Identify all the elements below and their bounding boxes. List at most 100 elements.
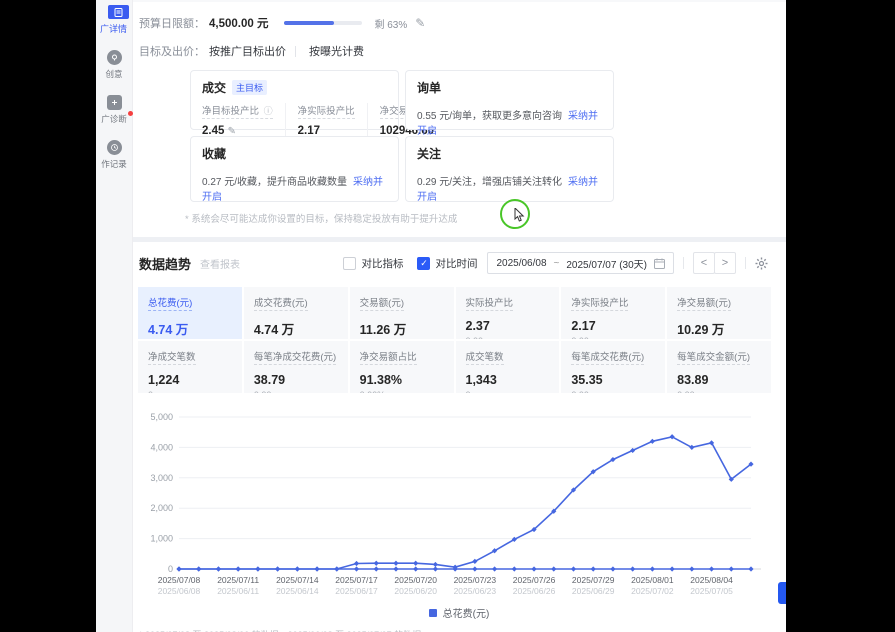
compare-time-toggle[interactable]: ✓ 对比时间 — [417, 256, 477, 271]
goal-metric: 净实际投产比 2.17 — [285, 103, 367, 137]
view-report-link[interactable]: 查看报表 — [200, 256, 240, 271]
metric-value: 2.37 — [466, 319, 550, 333]
svg-text:2025/07/23: 2025/07/23 — [454, 575, 497, 585]
main-panel: 预算日限额： 4,500.00 元 剩 63% ✎ 目标及出价： 按推广目标出价… — [133, 0, 786, 632]
metric-card-6[interactable]: 净交易额(元) 10.29 万 0.00 — [667, 287, 771, 339]
metric-value: 4.74 万 — [148, 319, 232, 338]
campaign-detail-window: 广详情 创意 广诊断 作记录 预算日限额： 4,500.00 元 剩 63% — [96, 0, 786, 632]
legend-swatch — [429, 609, 437, 617]
date-start: 2025/06/08 — [496, 258, 546, 269]
budget-row: 预算日限额： 4,500.00 元 剩 63% ✎ — [139, 14, 786, 32]
goal-title: 询单 — [417, 79, 602, 96]
metric-label: 每笔成交花费(元) — [571, 349, 644, 365]
metric-label: 成交花费(元) — [254, 295, 308, 311]
goal-description: 0.29 元/关注，增强店铺关注转化采纳并开启 — [417, 173, 602, 203]
compare-metric-toggle[interactable]: 对比指标 — [343, 256, 403, 271]
adopt-enable-link[interactable]: 采纳并开启 — [417, 111, 598, 137]
metric-card-4[interactable]: 实际投产比 2.37 0.00 — [456, 287, 560, 339]
prev-period-button[interactable]: < — [693, 252, 715, 274]
metric-value: 2.17 — [571, 319, 655, 333]
svg-text:2025/08/01: 2025/08/01 — [631, 575, 674, 585]
date-separator: ~ — [554, 258, 560, 269]
sidebar-item-detail[interactable] — [108, 5, 129, 19]
svg-text:2025/08/04: 2025/08/04 — [690, 575, 733, 585]
goal-footnote: * 系统会尽可能达成你设置的目标，保持稳定投放有助于提升达成 — [185, 211, 786, 225]
metric-card-2[interactable]: 成交花费(元) 4.74 万 0.00 — [244, 287, 348, 339]
metric-compare-value: 0.00 — [254, 390, 338, 393]
mouse-cursor — [514, 208, 525, 222]
adopt-enable-link[interactable]: 采纳并开启 — [417, 177, 598, 203]
metric-card-11[interactable]: 每笔成交花费(元) 35.35 0.00 — [561, 341, 665, 393]
metric-card-grid: 总花费(元) 4.74 万 0.00成交花费(元) 4.74 万 0.00交易额… — [138, 287, 771, 393]
svg-text:2025/06/29: 2025/06/29 — [572, 586, 615, 596]
sidebar-item-creative[interactable]: 创意 — [96, 50, 132, 80]
divider — [745, 257, 746, 269]
budget-remaining: 剩 63% — [374, 16, 407, 31]
calendar-icon — [654, 258, 665, 269]
compare-time-checkbox[interactable]: ✓ — [417, 257, 430, 270]
compare-time-label: 对比时间 — [435, 256, 477, 271]
date-range-picker[interactable]: 2025/06/08 ~ 2025/07/07 (30天) — [487, 252, 674, 274]
metric-label: 每笔净成交花费(元) — [254, 349, 336, 365]
svg-text:2025/06/11: 2025/06/11 — [217, 586, 259, 596]
metric-card-7[interactable]: 净成交笔数 1,224 0 — [138, 341, 242, 393]
feedback-pill[interactable] — [778, 582, 786, 604]
metric-value: 11.26 万 — [360, 319, 444, 338]
svg-text:3,000: 3,000 — [150, 473, 173, 483]
bid-option-goal[interactable]: 按推广目标出价 — [209, 43, 286, 59]
chart-legend[interactable]: 总花费(元) — [135, 605, 783, 620]
svg-text:2025/07/20: 2025/07/20 — [394, 575, 437, 585]
metric-label: 净交易额(元) — [677, 295, 731, 311]
info-icon[interactable]: ⓘ — [264, 106, 273, 116]
goal-card-collect: 收藏 0.27 元/收藏，提升商品收藏数量采纳并开启 — [190, 136, 399, 202]
svg-text:2025/07/11: 2025/07/11 — [217, 575, 259, 585]
svg-text:2025/07/08: 2025/07/08 — [158, 575, 201, 585]
notification-dot — [128, 111, 133, 116]
sidebar-item-history[interactable]: 作记录 — [96, 140, 132, 170]
bidding-row: 目标及出价： 按推广目标出价 按曝光计费 — [139, 43, 786, 59]
svg-text:2025/06/17: 2025/06/17 — [335, 586, 378, 596]
svg-text:2025/06/14: 2025/06/14 — [276, 586, 319, 596]
goal-metric: 净目标投产比 ⓘ 2.45 ✎ — [202, 103, 285, 137]
metric-card-10[interactable]: 成交笔数 1,343 0 — [456, 341, 560, 393]
svg-text:2025/07/14: 2025/07/14 — [276, 575, 319, 585]
metric-label: 每笔成交金额(元) — [677, 349, 750, 365]
next-period-button[interactable]: > — [714, 252, 736, 274]
metric-card-1[interactable]: 总花费(元) 4.74 万 0.00 — [138, 287, 242, 339]
goal-description: 0.27 元/收藏，提升商品收藏数量采纳并开启 — [202, 173, 387, 203]
metric-value: 38.79 — [254, 373, 338, 387]
metric-label: 净交易额占比 — [360, 349, 417, 365]
svg-text:1,000: 1,000 — [150, 534, 173, 544]
compare-metric-checkbox[interactable] — [343, 257, 356, 270]
divider — [683, 257, 684, 269]
metric-compare-value: 0.00 — [571, 390, 655, 393]
bid-option-impression[interactable]: 按曝光计费 — [309, 43, 364, 59]
goal-title: 收藏 — [202, 145, 387, 162]
legend-label: 总花费(元) — [443, 605, 490, 620]
bidding-label: 目标及出价： — [139, 43, 205, 59]
sidebar-item-detail-label[interactable]: 广详情 — [96, 22, 132, 35]
metric-label: 成交笔数 — [466, 349, 504, 365]
divider — [295, 46, 296, 57]
settings-gear-icon[interactable] — [755, 257, 768, 270]
svg-text:4,000: 4,000 — [150, 442, 173, 452]
metric-card-3[interactable]: 交易额(元) 11.26 万 0.00 — [350, 287, 454, 339]
metric-card-12[interactable]: 每笔成交金额(元) 83.89 0.00 — [667, 341, 771, 393]
svg-text:2025/07/17: 2025/07/17 — [335, 575, 378, 585]
edit-budget-icon[interactable]: ✎ — [415, 16, 425, 30]
sidebar-item-creative-label: 创意 — [105, 68, 122, 80]
trend-title: 数据趋势 — [139, 254, 191, 273]
metric-card-9[interactable]: 净交易额占比 91.38% 0.00% — [350, 341, 454, 393]
metric-compare-value: 0.00 — [677, 390, 761, 393]
compare-metric-label: 对比指标 — [361, 256, 403, 271]
metric-card-8[interactable]: 每笔净成交花费(元) 38.79 0.00 — [244, 341, 348, 393]
trend-chart: 01,0002,0003,0004,0005,0002025/07/082025… — [135, 409, 786, 620]
adopt-enable-link[interactable]: 采纳并开启 — [202, 177, 383, 203]
svg-text:2025/07/26: 2025/07/26 — [513, 575, 556, 585]
line-chart[interactable]: 01,0002,0003,0004,0005,0002025/07/082025… — [135, 409, 783, 601]
metric-value: 1,343 — [466, 373, 550, 387]
metric-card-5[interactable]: 净实际投产比 2.17 0.00 — [561, 287, 665, 339]
metric-compare-value: 0 — [466, 390, 550, 393]
sidebar-item-diagnosis[interactable]: 广诊断 — [96, 95, 132, 125]
chart-footnote-1: * 2025/07/08 至 2025/08/06 的数据；2025/06/08… — [139, 627, 786, 632]
